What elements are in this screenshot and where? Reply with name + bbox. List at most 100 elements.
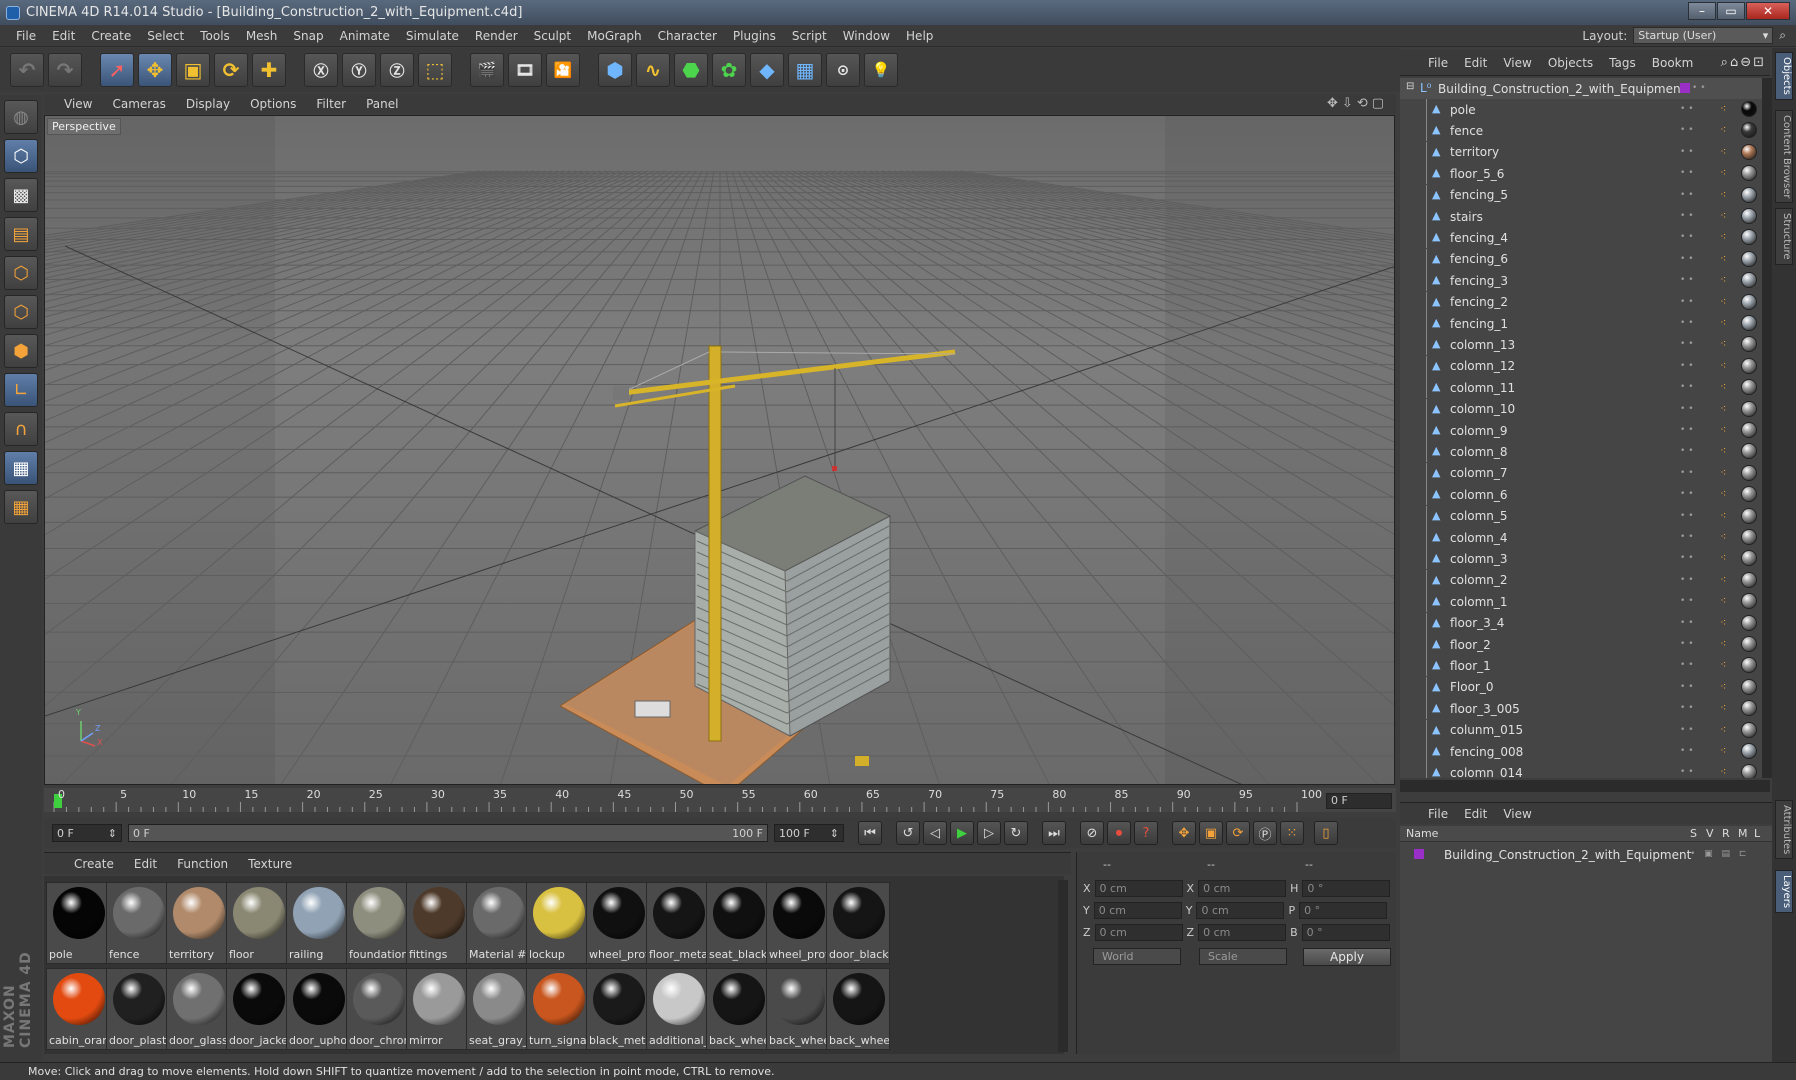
object-row[interactable]: ▲ floor_3_4 •• ⁖	[1400, 612, 1762, 634]
add-cube-button[interactable]: ⬢	[598, 53, 632, 87]
phong-tag-icon[interactable]: ⁖	[1720, 594, 1734, 608]
menu-create[interactable]: Create	[83, 29, 139, 43]
undo-button[interactable]: ↶	[10, 53, 44, 87]
visibility-dots[interactable]: ••	[1680, 618, 1697, 628]
object-row[interactable]: ▲ fencing_4 •• ⁖	[1400, 227, 1762, 249]
add-subdivision-button[interactable]: ⬣	[674, 53, 708, 87]
viewport-nav-icons[interactable]: ✥⇩⟲▢	[1327, 96, 1388, 111]
material-swatch[interactable]: back_whee	[706, 968, 770, 1050]
object-list-scrollbar[interactable]	[1762, 78, 1772, 778]
phong-tag-icon[interactable]: ⁖	[1720, 380, 1734, 394]
visibility-dots[interactable]: ••	[1680, 361, 1697, 371]
object-row[interactable]: ▲ colomn_1 •• ⁖	[1400, 591, 1762, 613]
material-swatch[interactable]: wheel_prot	[586, 882, 650, 964]
phong-tag-icon[interactable]: ⁖	[1720, 744, 1734, 758]
material-tag-icon[interactable]	[1741, 422, 1757, 438]
material-swatch[interactable]: turn_signa	[526, 968, 590, 1050]
object-row[interactable]: ▲ colomn_3 •• ⁖	[1400, 548, 1762, 570]
edges-mode-button[interactable]: ⬡	[4, 295, 38, 329]
rot-h-field[interactable]: 0 °	[1302, 880, 1391, 897]
material-tag-icon[interactable]	[1741, 678, 1757, 695]
search-icon[interactable]: ⌕	[1779, 28, 1786, 43]
material-tag-icon[interactable]	[1741, 250, 1757, 267]
phong-tag-icon[interactable]: ⁖	[1720, 423, 1734, 437]
material-tag-icon[interactable]	[1741, 143, 1757, 160]
material-tag-icon[interactable]	[1741, 507, 1757, 524]
material-tag-icon[interactable]	[1741, 443, 1757, 460]
quantize-button[interactable]: ▦	[4, 490, 38, 524]
menu-mograph[interactable]: MoGraph	[579, 29, 650, 43]
menu-window[interactable]: Window	[835, 29, 898, 43]
material-swatch[interactable]: back_whee	[826, 968, 890, 1050]
material-swatch[interactable]: fence	[106, 882, 170, 964]
visibility-dots[interactable]: ••	[1680, 232, 1697, 242]
material-menu-edit[interactable]: Edit	[124, 857, 167, 871]
material-tag-icon[interactable]	[1741, 593, 1757, 610]
key-position-button[interactable]: ✥	[1172, 821, 1196, 845]
snap-button[interactable]: ∩	[4, 412, 38, 446]
phong-tag-icon[interactable]: ⁖	[1720, 123, 1734, 137]
apply-button[interactable]: Apply	[1303, 948, 1391, 966]
phong-tag-icon[interactable]: ⁖	[1720, 466, 1734, 480]
material-tag-icon[interactable]	[1741, 486, 1757, 503]
phong-tag-icon[interactable]: ⁖	[1720, 316, 1734, 330]
visibility-dots[interactable]: ••	[1680, 425, 1697, 435]
visibility-dots[interactable]: ••	[1680, 532, 1697, 542]
redo-button[interactable]: ↷	[48, 53, 82, 87]
object-row[interactable]: ▲ fencing_2 •• ⁖	[1400, 291, 1762, 313]
phong-tag-icon[interactable]: ⁖	[1720, 209, 1734, 223]
visibility-dots[interactable]: ••	[1680, 211, 1697, 221]
object-row[interactable]: ▲ colomn_12 •• ⁖	[1400, 355, 1762, 377]
add-floor-button[interactable]: ▦	[788, 53, 822, 87]
size-z-field[interactable]: 0 cm	[1198, 924, 1287, 941]
viewport-menu-panel[interactable]: Panel	[356, 97, 408, 111]
close-button[interactable]: ✕	[1746, 2, 1790, 20]
record-active-objects-button[interactable]: ⏺	[1107, 821, 1131, 845]
menu-mesh[interactable]: Mesh	[238, 29, 286, 43]
visibility-dots[interactable]: ••	[1680, 104, 1697, 114]
visibility-dots[interactable]: ••	[1680, 639, 1697, 649]
visibility-dots[interactable]: ••	[1680, 254, 1697, 264]
object-row[interactable]: ▲ colomn_8 •• ⁖	[1400, 441, 1762, 463]
phong-tag-icon[interactable]: ⁖	[1720, 680, 1734, 694]
material-swatch[interactable]: seat_gray_l	[466, 968, 530, 1050]
start-frame-field[interactable]: 0 F ⇕	[52, 824, 122, 842]
timeline-window-button[interactable]: ▯	[1314, 821, 1338, 845]
layers-menu-file[interactable]: File	[1420, 807, 1456, 821]
menu-sculpt[interactable]: Sculpt	[526, 29, 579, 43]
object-row[interactable]: ▲ floor_2 •• ⁖	[1400, 634, 1762, 655]
material-menu-create[interactable]: Create	[64, 857, 124, 871]
menu-animate[interactable]: Animate	[332, 29, 398, 43]
coordinate-system-button[interactable]: ⬚	[418, 53, 452, 87]
visibility-dots[interactable]: ••	[1680, 725, 1697, 735]
make-editable-button[interactable]: ◍	[4, 100, 38, 134]
visibility-dots[interactable]: ••	[1680, 318, 1697, 328]
add-deformer-button[interactable]: ◆	[750, 53, 784, 87]
menu-plugins[interactable]: Plugins	[725, 29, 784, 43]
goto-end-button[interactable]: ⏭	[1042, 821, 1066, 845]
menu-select[interactable]: Select	[139, 29, 192, 43]
material-tag-icon[interactable]	[1741, 550, 1757, 567]
visibility-dots[interactable]: ••	[1680, 168, 1697, 178]
coordinate-mode-select[interactable]: World	[1093, 948, 1181, 965]
current-frame-field[interactable]: 0 F	[1326, 793, 1392, 809]
object-row[interactable]: ▲ fence •• ⁖	[1400, 120, 1762, 142]
material-tag-icon[interactable]	[1741, 229, 1757, 246]
scale-mode-select[interactable]: Scale	[1199, 948, 1287, 965]
material-tag-icon[interactable]	[1741, 293, 1757, 310]
object-row[interactable]: ▲ fencing_6 •• ⁖	[1400, 248, 1762, 270]
size-x-field[interactable]: 0 cm	[1198, 880, 1287, 897]
points-mode-button[interactable]: ⬡	[4, 256, 38, 290]
material-swatch[interactable]: black_meta	[586, 968, 650, 1050]
move-tool-button[interactable]: ✥	[138, 53, 172, 87]
goto-start-button[interactable]: ⏮	[858, 821, 882, 845]
material-tag-icon[interactable]	[1741, 357, 1757, 374]
pos-y-field[interactable]: 0 cm	[1093, 902, 1182, 919]
visibility-dots[interactable]: ••	[1680, 446, 1697, 456]
rot-b-field[interactable]: 0 °	[1301, 924, 1390, 941]
objects-menu-file[interactable]: File	[1420, 56, 1456, 70]
material-swatch[interactable]: cabin_oran	[46, 968, 110, 1050]
object-row[interactable]: ▲ colomn_13 •• ⁖	[1400, 334, 1762, 356]
object-row[interactable]: ▲ fencing_5 •• ⁖	[1400, 184, 1762, 206]
material-menu-texture[interactable]: Texture	[238, 857, 302, 871]
